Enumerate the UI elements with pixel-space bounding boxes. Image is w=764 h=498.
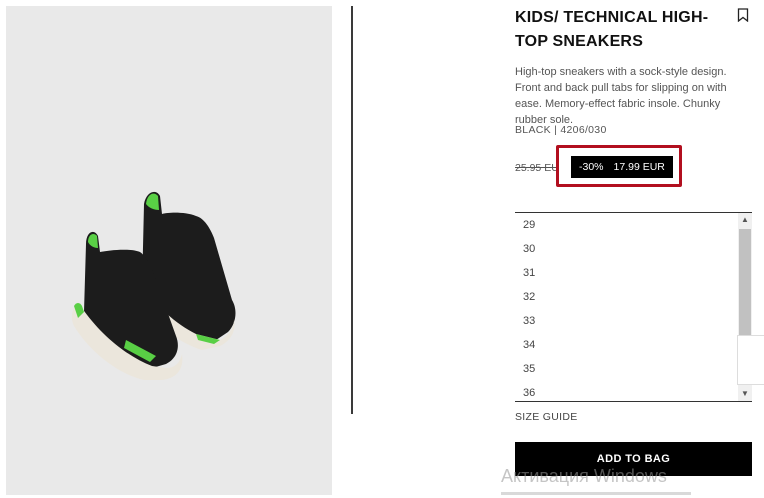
size-option[interactable]: 30 bbox=[515, 237, 752, 261]
product-page: KIDS/ TECHNICAL HIGH-TOP SNEAKERS High-t… bbox=[0, 0, 764, 498]
size-guide-link[interactable]: SIZE GUIDE bbox=[515, 411, 578, 423]
sneakers-photo bbox=[71, 191, 236, 380]
size-option[interactable]: 32 bbox=[515, 285, 752, 309]
size-list[interactable]: 29 30 31 32 33 34 35 36 ▲ ▼ bbox=[515, 212, 752, 402]
scroll-down-arrow-icon[interactable]: ▼ bbox=[738, 387, 752, 401]
product-image bbox=[6, 6, 332, 495]
color-reference: BLACK | 4206/030 bbox=[515, 124, 607, 136]
vertical-divider bbox=[351, 6, 353, 414]
size-option[interactable]: 36 bbox=[515, 381, 752, 401]
product-description: High-top sneakers with a sock-style desi… bbox=[515, 66, 727, 126]
discount-price-badge: -30% 17.99 EUR bbox=[571, 156, 673, 178]
watermark-subtext bbox=[501, 490, 691, 498]
bookmark-icon[interactable] bbox=[737, 8, 749, 22]
size-option[interactable]: 33 bbox=[515, 309, 752, 333]
size-items: 29 30 31 32 33 34 35 36 bbox=[515, 213, 752, 401]
scroll-up-arrow-icon[interactable]: ▲ bbox=[738, 213, 752, 227]
current-price: 17.99 EUR bbox=[613, 161, 665, 173]
discount-label: -30% bbox=[579, 161, 604, 173]
size-option[interactable]: 34 bbox=[515, 333, 752, 357]
scrollbar-thumb[interactable] bbox=[739, 229, 751, 335]
price-highlight-box: -30% 17.99 EUR bbox=[556, 145, 682, 187]
size-option[interactable]: 35 bbox=[515, 357, 752, 381]
add-to-bag-button[interactable]: ADD TO BAG bbox=[515, 442, 752, 476]
product-title: KIDS/ TECHNICAL HIGH-TOP SNEAKERS bbox=[515, 9, 709, 50]
side-widget-tab[interactable] bbox=[737, 335, 764, 385]
size-option[interactable]: 31 bbox=[515, 261, 752, 285]
size-option[interactable]: 29 bbox=[515, 213, 752, 237]
